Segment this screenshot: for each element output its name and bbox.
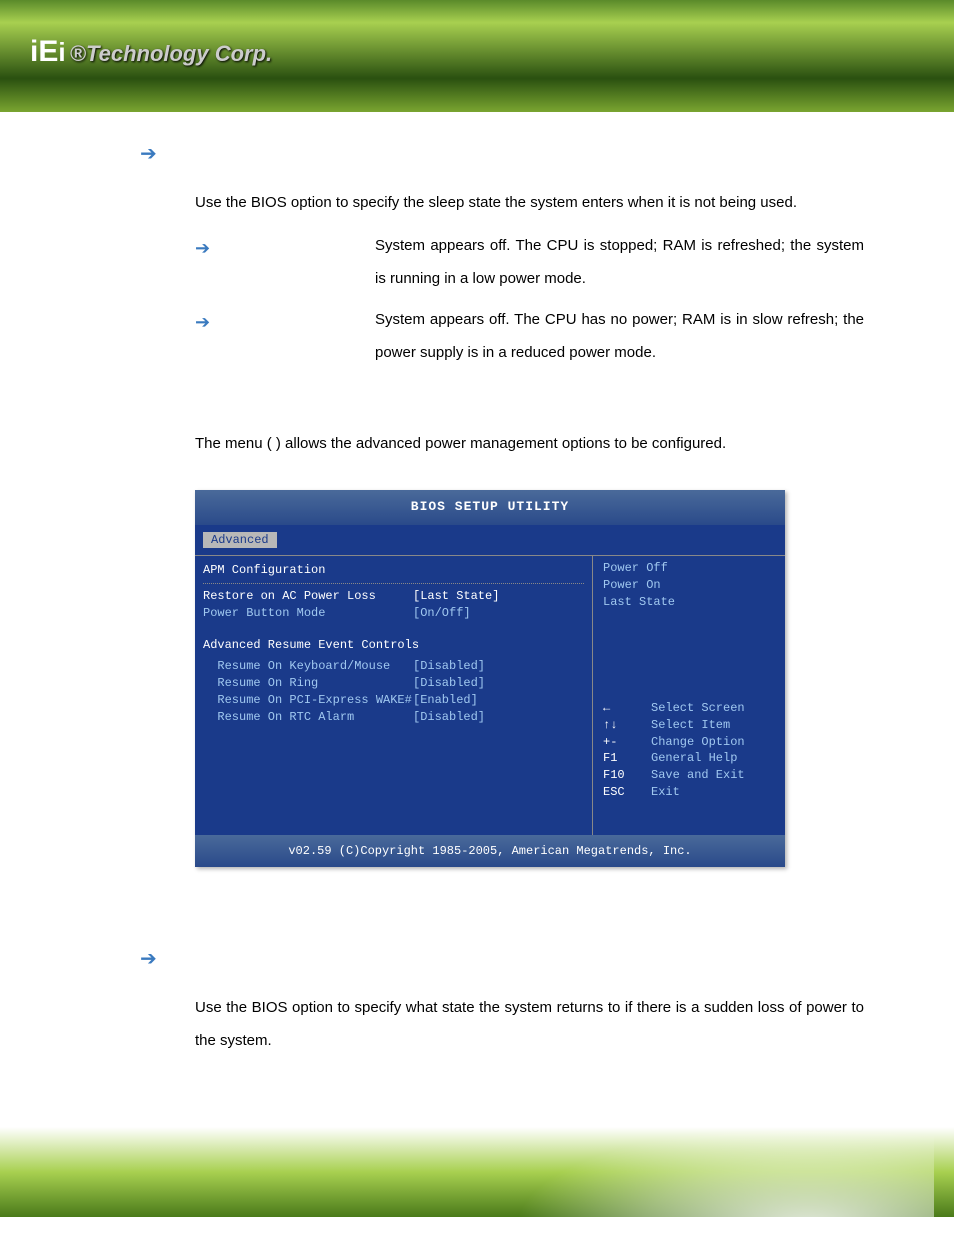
bios-footer: v02.59 (C)Copyright 1985-2005, American …	[195, 835, 785, 867]
paragraph-suspend-intro: Use the BIOS option to specify the sleep…	[195, 186, 864, 219]
bios-row: Resume On Keyboard/Mouse [Disabled]	[203, 658, 584, 675]
bios-value: [Last State]	[413, 588, 499, 605]
bios-help-row: F10Save and Exit	[603, 767, 775, 784]
arrow-icon: ➔	[140, 132, 864, 176]
bios-label: Resume On Keyboard/Mouse	[203, 658, 413, 675]
arrow-icon: ➔	[195, 303, 375, 343]
page-content: ➔ Use the BIOS option to specify the sle…	[0, 112, 954, 1077]
logo-area: iEi ®Technology Corp.	[30, 35, 272, 69]
bios-heading-resume: Advanced Resume Event Controls	[203, 637, 584, 654]
bios-left-panel: APM Configuration Restore on AC Power Lo…	[195, 555, 593, 835]
arrow-icon: ➔	[195, 229, 375, 269]
bios-value: [Disabled]	[413, 675, 485, 692]
bios-label: Resume On PCI-Express WAKE#	[203, 692, 413, 709]
bios-value: [Disabled]	[413, 658, 485, 675]
logo-text: ®Technology Corp.	[70, 41, 272, 66]
bios-option: Last State	[603, 594, 775, 611]
bios-option: Power On	[603, 577, 775, 594]
page-footer-band	[0, 1127, 954, 1217]
page-header-band: iEi ®Technology Corp.	[0, 0, 954, 112]
sub-text-s1: System appears off. The CPU is stopped; …	[375, 229, 864, 295]
bios-row: Power Button Mode [On/Off]	[203, 605, 584, 622]
sub-text-s3: System appears off. The CPU has no power…	[375, 303, 864, 369]
bios-body: APM Configuration Restore on AC Power Lo…	[195, 555, 785, 835]
bios-help-row: ESCExit	[603, 784, 775, 801]
bios-value: [Disabled]	[413, 709, 485, 726]
bios-tab-advanced: Advanced	[203, 532, 277, 548]
bios-help-row: ←Select Screen	[603, 700, 775, 717]
arrow-icon: ➔	[140, 937, 864, 981]
bios-label: Resume On Ring	[203, 675, 413, 692]
paragraph-restore-intro: Use the BIOS option to specify what stat…	[195, 991, 864, 1057]
bios-row: Resume On RTC Alarm [Disabled]	[203, 709, 584, 726]
bios-row: Resume On Ring [Disabled]	[203, 675, 584, 692]
sub-item-s1: ➔ System appears off. The CPU is stopped…	[195, 229, 864, 295]
bios-label: Resume On RTC Alarm	[203, 709, 413, 726]
sub-list: ➔ System appears off. The CPU is stopped…	[195, 229, 864, 369]
bios-help-row: F1General Help	[603, 750, 775, 767]
bios-row: Restore on AC Power Loss [Last State]	[203, 588, 584, 605]
bios-label: Power Button Mode	[203, 605, 413, 622]
bios-value: [Enabled]	[413, 692, 478, 709]
paragraph-apm-intro: The menu ( ) allows the advanced power m…	[195, 427, 864, 460]
sub-item-s3: ➔ System appears off. The CPU has no pow…	[195, 303, 864, 369]
bios-option: Power Off	[603, 560, 775, 577]
bios-heading-apm: APM Configuration	[203, 562, 584, 579]
bios-screenshot: BIOS SETUP UTILITY Advanced APM Configur…	[195, 490, 785, 867]
bios-label: Restore on AC Power Loss	[203, 588, 413, 605]
bios-value: [On/Off]	[413, 605, 471, 622]
bios-tab-bar: Advanced	[195, 525, 785, 555]
bios-row: Resume On PCI-Express WAKE# [Enabled]	[203, 692, 584, 709]
footer-curve	[514, 1127, 934, 1217]
bios-help-row: +-Change Option	[603, 734, 775, 751]
bios-help-row: ↑↓Select Item	[603, 717, 775, 734]
bios-right-panel: Power Off Power On Last State ←Select Sc…	[593, 555, 785, 835]
bios-title: BIOS SETUP UTILITY	[195, 490, 785, 525]
iei-logo: iEi	[30, 35, 66, 69]
